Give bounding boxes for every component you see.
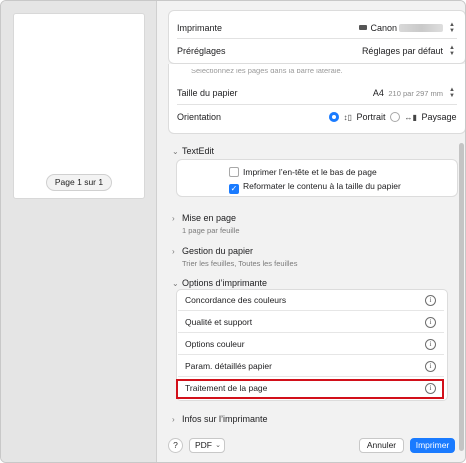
printer-stepper-icon[interactable]: ▲ ▼ [447,21,457,35]
preview-pane: Page 1 sur 1 [1,1,157,462]
option-quality-media[interactable]: Qualité et support i [178,312,444,333]
paper-handling-summary: Trier les feuilles, Toutes les feuilles [182,259,298,268]
info-icon[interactable]: i [425,295,436,306]
radio-unselected-icon[interactable] [390,112,400,122]
chevron-down-icon: ⌄ [215,442,221,449]
printer-model-redacted [399,24,443,32]
chevron-right-icon: › [172,247,175,256]
textedit-title: TextEdit [182,146,215,156]
option-paper-detailed-settings[interactable]: Param. détaillés papier i [178,356,444,377]
portrait-orientation-icon: ↕▯ [343,113,352,122]
printer-name: Canon [370,23,397,33]
paper-handling-title: Gestion du papier [182,246,254,256]
page-counter: Page 1 sur 1 [46,174,112,191]
textedit-card: Imprimer l’en-tête et le bas de page ✓ Re… [176,159,458,197]
printer-icon [359,25,368,30]
page-preview [13,13,145,199]
highlight-box [176,379,444,399]
rewrap-contents-label: Reformater le contenu à la taille du pap… [243,181,401,191]
orientation-portrait-label: Portrait [356,112,386,122]
chevron-down-icon: ⌄ [172,147,179,156]
print-button[interactable]: Imprimer [410,438,455,453]
layout-title: Mise en page [182,213,237,223]
paper-card: Sélectionnez les pages dans la barre lat… [168,64,465,134]
cancel-button[interactable]: Annuler [359,438,404,453]
checkbox-unchecked-icon[interactable] [229,167,239,177]
orientation-landscape-option[interactable]: ↔▮ Paysage [390,112,456,122]
help-button[interactable]: ? [168,438,183,453]
paper-size-dims: 210 par 297 mm [388,89,443,98]
info-icon[interactable]: i [425,339,436,350]
print-header-footer-checkbox[interactable]: Imprimer l’en-tête et le bas de page [229,167,377,177]
chevron-right-icon: › [172,214,175,223]
printer-select[interactable]: Canon [359,23,443,33]
orientation-portrait-option[interactable]: ↕▯ Portrait [329,112,385,122]
printer-options-title: Options d’imprimante [182,278,268,288]
info-icon[interactable]: i [425,317,436,328]
option-color-matching[interactable]: Concordance des couleurs i [178,290,444,311]
option-label: Options couleur [185,339,245,349]
chevron-down-icon: ⌄ [172,279,179,288]
option-label: Qualité et support [185,317,253,327]
divider [177,38,457,39]
divider [177,104,457,105]
pages-hint: Sélectionnez les pages dans la barre lat… [191,66,343,75]
printer-info-title: Infos sur l’imprimante [182,414,268,424]
presets-stepper-icon[interactable]: ▲ ▼ [447,44,457,58]
pdf-label: PDF [195,440,212,450]
checkbox-checked-icon[interactable]: ✓ [229,184,239,194]
option-color-options[interactable]: Options couleur i [178,334,444,355]
paper-size-stepper-icon[interactable]: ▲ ▼ [447,86,457,100]
printer-options-section-toggle[interactable]: ⌄ Options d’imprimante [172,278,267,288]
paper-handling-section-toggle[interactable]: › Gestion du papier [172,246,253,256]
radio-selected-icon[interactable] [329,112,339,122]
layout-section-toggle[interactable]: › Mise en page [172,213,236,223]
landscape-orientation-icon: ↔▮ [404,113,417,122]
paper-size-select[interactable]: A4 210 par 297 mm [373,88,443,98]
presets-label: Préréglages [177,46,226,56]
pdf-menu-button[interactable]: PDF ⌄ [189,438,225,453]
info-icon[interactable]: i [425,361,436,372]
textedit-section-toggle[interactable]: ⌄ TextEdit [172,146,214,156]
orientation-landscape-label: Paysage [421,112,457,122]
print-header-footer-label: Imprimer l’en-tête et le bas de page [243,167,377,177]
print-dialog: Page 1 sur 1 Imprimante Canon ▲ ▼ Prérégl… [0,0,466,463]
layout-summary: 1 page par feuille [182,226,240,235]
printer-info-section-toggle[interactable]: › Infos sur l’imprimante [172,414,268,424]
option-label: Concordance des couleurs [185,295,287,305]
orientation-label: Orientation [177,112,222,122]
presets-select[interactable]: Réglages par défaut [362,46,443,56]
scrollbar[interactable] [459,143,464,451]
rewrap-contents-checkbox[interactable]: ✓ Reformater le contenu à la taille du pa… [229,181,401,194]
paper-size-label: Taille du papier [177,88,238,98]
printer-card: Imprimante Canon ▲ ▼ Préréglages Réglages… [168,10,465,64]
paper-size-value: A4 [372,88,384,98]
option-label: Param. détaillés papier [185,361,272,371]
printer-label: Imprimante [177,23,223,33]
chevron-right-icon: › [172,415,175,424]
